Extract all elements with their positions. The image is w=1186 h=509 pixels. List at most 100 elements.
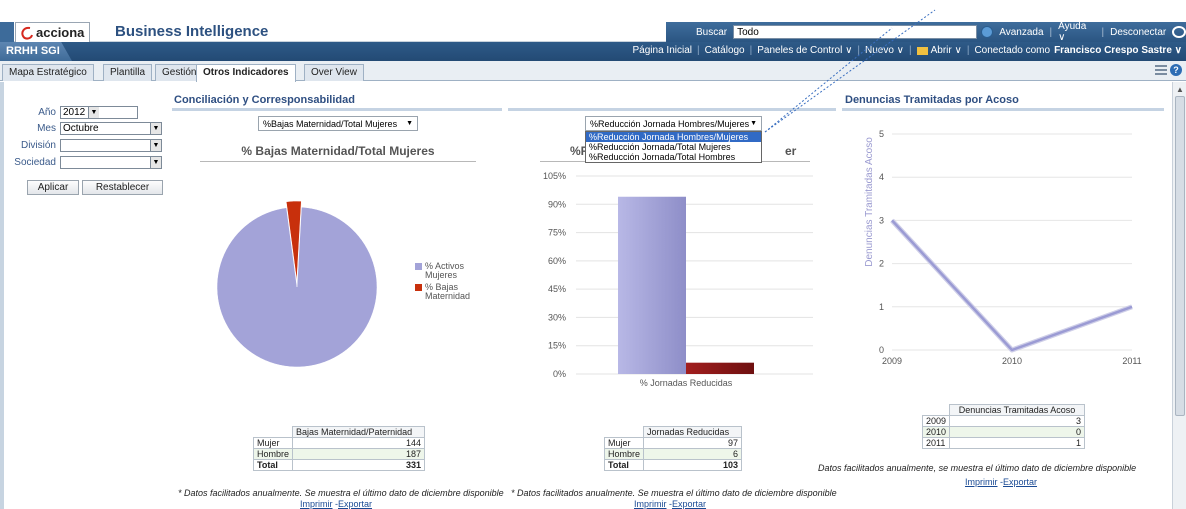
filter-division-label: División [20, 140, 56, 151]
legend-swatch-red [415, 284, 422, 291]
dropdown-option[interactable]: %Reducción Jornada/Total Mujeres [586, 142, 761, 152]
section3-print-link[interactable]: Imprimir [965, 477, 998, 487]
y-tick-label: 0 [879, 345, 884, 355]
table-row-value: 6 [643, 448, 742, 460]
section1-print-link[interactable]: Imprimir [300, 499, 333, 509]
filter-sociedad-label: Sociedad [14, 157, 56, 168]
scroll-up-arrow[interactable]: ▲ [1176, 85, 1184, 94]
table-row: 2010 0 [921, 426, 1085, 438]
y-tick-label: 45% [548, 284, 566, 294]
line-chart[interactable]: 0123452009 2010 2011Denuncias Tramitadas A… [860, 120, 1150, 375]
division-dropdown-arrow[interactable]: ▼ [150, 140, 161, 151]
logout-link[interactable]: Desconectar [1110, 27, 1166, 38]
filter-year-label: Año [38, 107, 56, 118]
catalog-link[interactable]: Catálogo [705, 45, 745, 56]
tab-otros-indicadores[interactable]: Otros Indicadores [196, 64, 296, 82]
table-row-value: 0 [949, 426, 1085, 438]
table-row-value: 97 [643, 437, 742, 449]
tab-plantilla[interactable]: Plantilla [103, 64, 153, 81]
home-link[interactable]: Página Inicial [633, 45, 692, 56]
section3-export-link[interactable]: Exportar [1003, 477, 1037, 487]
acciona-logo-icon [21, 26, 33, 39]
chevron-down-icon: ▼ [406, 120, 413, 127]
division-select[interactable]: ▼ [60, 139, 162, 152]
connected-label: Conectado como [974, 45, 1051, 56]
table-row-label: Mujer [252, 437, 294, 449]
filter-month-label: Mes [37, 123, 56, 134]
user-menu[interactable]: Francisco Crespo Sastre ∨ [1054, 45, 1182, 56]
separator: | [696, 45, 700, 56]
section1-export-link[interactable]: Exportar [338, 499, 372, 509]
tab-bar: Mapa Estratégico Plantilla Gestión Otros… [0, 61, 1186, 82]
table-header-row: Denuncias Tramitadas Acoso [922, 404, 1085, 416]
y-tick-label: 0% [553, 369, 566, 379]
pie-legend-label-bajas: % Bajas Maternidad [425, 282, 471, 301]
section2-export-link[interactable]: Exportar [672, 499, 706, 509]
month-dropdown-arrow[interactable]: ▼ [150, 123, 161, 134]
section2-view-select[interactable]: %Reducción Jornada Hombres/Mujeres ▼ [585, 116, 762, 131]
filter-month: Mes Octubre ▼ [14, 122, 162, 135]
section1-note: * Datos facilitados anualmente. Se muest… [178, 488, 504, 498]
advanced-search-link[interactable]: Avanzada [999, 27, 1043, 38]
y-tick-label: 4 [879, 172, 884, 182]
annotation-pointer-line [764, 9, 936, 133]
pie-chart[interactable] [215, 185, 415, 385]
scroll-thumb[interactable] [1175, 96, 1185, 416]
reset-button[interactable]: Restablecer [82, 180, 163, 195]
table-row: Hombre 187 [252, 448, 425, 460]
dashboard-name: RRHH SGI [0, 42, 72, 61]
y-tick-label: 90% [548, 199, 566, 209]
help-icon[interactable]: ? [1170, 64, 1182, 76]
logout-icon[interactable] [1172, 26, 1186, 38]
section1-table: Bajas Maternidad/Paternidad Mujer 144 Ho… [252, 426, 425, 471]
y-tick-label: 2 [879, 259, 884, 269]
table-corner [253, 426, 294, 438]
section1-view-value: %Bajas Maternidad/Total Mujeres [263, 118, 398, 129]
dropdown-option[interactable]: %Reducción Jornada/Total Hombres [586, 152, 761, 162]
page-options-icon[interactable] [1155, 65, 1167, 75]
search-go-icon[interactable] [981, 26, 994, 38]
section2-view-value: %Reducción Jornada Hombres/Mujeres [590, 118, 750, 129]
tab-mapa-estrategico[interactable]: Mapa Estratégico [2, 64, 94, 81]
y-tick-label: 105% [543, 171, 566, 181]
section2-print-link[interactable]: Imprimir [634, 499, 667, 509]
bar-chart[interactable]: 0% 15% 30% 45% 60% 75% 90% 105% % Jornadas Reduc… [528, 168, 828, 393]
table-row-label: 2010 [921, 426, 951, 438]
legend-swatch-lavender [415, 263, 422, 270]
month-select[interactable]: Octubre ▼ [60, 122, 162, 135]
pie-legend-label-activos: % Activos Mujeres [425, 261, 465, 280]
tab-over-view[interactable]: Over View [304, 64, 364, 81]
x-category-label: % Jornadas Reducidas [640, 378, 733, 388]
table-row-label: 2011 [921, 437, 951, 449]
table-row-value: 3 [949, 415, 1085, 427]
apply-button[interactable]: Aplicar [27, 180, 79, 195]
dropdown-option[interactable]: %Reducción Jornada Hombres/Mujeres [586, 132, 761, 142]
table-row-label: Hombre [252, 448, 294, 460]
sociedad-select[interactable]: ▼ [60, 156, 162, 169]
vertical-scrollbar[interactable]: ▲ [1172, 82, 1186, 509]
section1-actions: Imprimir -Exportar [300, 499, 373, 509]
section3-table: Denuncias Tramitadas Acoso 2009 3 2010 0… [921, 404, 1085, 449]
table-row: 2011 1 [921, 437, 1085, 449]
y-tick-label: 75% [548, 228, 566, 238]
help-menu[interactable]: Ayuda ∨ [1058, 21, 1095, 43]
year-select[interactable]: 2012 ▼ [60, 106, 138, 119]
table-row: 2009 3 [921, 415, 1085, 427]
sociedad-dropdown-arrow[interactable]: ▼ [150, 157, 161, 168]
y-tick-label: 30% [548, 312, 566, 322]
x-tick-label: 2010 [1002, 356, 1022, 366]
table-total-value: 103 [643, 459, 742, 471]
tab-tools: ? [1155, 64, 1182, 76]
bar-series-2 [686, 362, 754, 374]
section1-view-select[interactable]: %Bajas Maternidad/Total Mujeres ▼ [258, 116, 418, 131]
table-header: Denuncias Tramitadas Acoso [949, 404, 1085, 416]
y-tick-label: 3 [879, 215, 884, 225]
month-value: Octubre [63, 123, 99, 134]
table-row-value: 1 [949, 437, 1085, 449]
section1-divider [172, 108, 502, 111]
brand-logo[interactable]: acciona [15, 22, 90, 42]
section2-note: * Datos facilitados anualmente. Se muest… [511, 488, 837, 498]
separator: | [966, 45, 970, 56]
pie-chart-title: % Bajas Maternidad/Total Mujeres [241, 144, 435, 158]
year-dropdown-arrow[interactable]: ▼ [88, 107, 99, 118]
